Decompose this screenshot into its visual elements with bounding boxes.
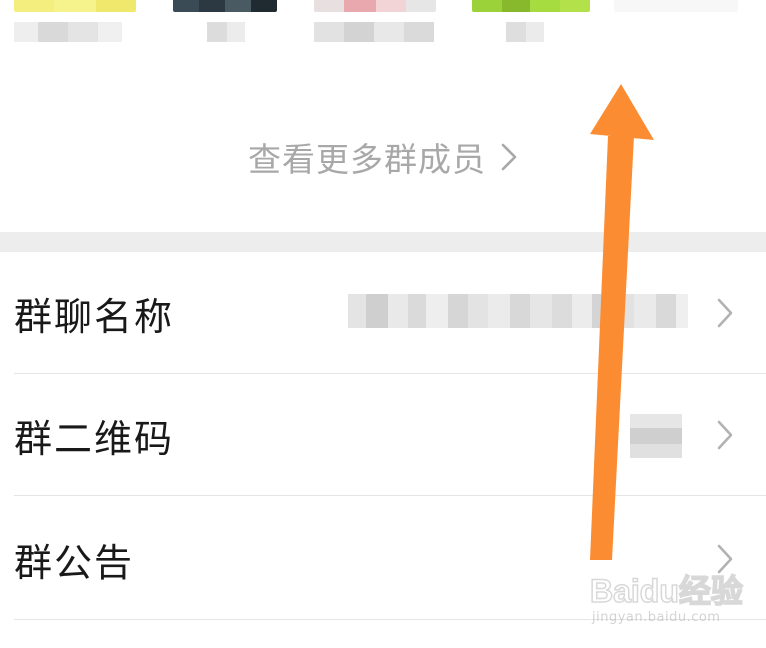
avatar [14, 0, 136, 12]
member-name [314, 22, 434, 42]
setting-row-label: 群二维码 [14, 416, 175, 461]
group-chat-settings-screen: 查看更多群成员 群聊名称 群二维码 群公告 Baidu经验 jingyan.ba… [0, 0, 766, 648]
group-name-value [348, 294, 688, 328]
member-name [506, 22, 544, 42]
watermark-url: jingyan.baidu.com [592, 610, 721, 625]
baidu-jingyan-watermark: Baidu经验 jingyan.baidu.com [589, 566, 760, 636]
watermark-logo: Baidu经验 [589, 572, 743, 610]
member-avatar-strip [0, 0, 766, 90]
setting-row-label: 群聊名称 [14, 294, 175, 339]
row-divider [14, 495, 766, 496]
qr-code-thumbnail [630, 414, 682, 458]
avatar [614, 0, 738, 12]
chevron-right-icon [716, 419, 734, 451]
chevron-right-icon [500, 142, 518, 172]
member-name [14, 22, 122, 42]
see-more-members-link[interactable]: 查看更多群成员 [0, 132, 766, 182]
avatar [314, 0, 436, 12]
member-name [207, 22, 245, 42]
avatar [472, 0, 590, 12]
avatar [173, 0, 277, 12]
setting-row-group-name[interactable]: 群聊名称 [0, 252, 766, 374]
setting-row-group-qr-code[interactable]: 群二维码 [0, 374, 766, 496]
section-separator [0, 232, 766, 252]
see-more-members-label: 查看更多群成员 [248, 140, 486, 179]
setting-row-label: 群公告 [14, 540, 135, 585]
chevron-right-icon [716, 297, 734, 329]
